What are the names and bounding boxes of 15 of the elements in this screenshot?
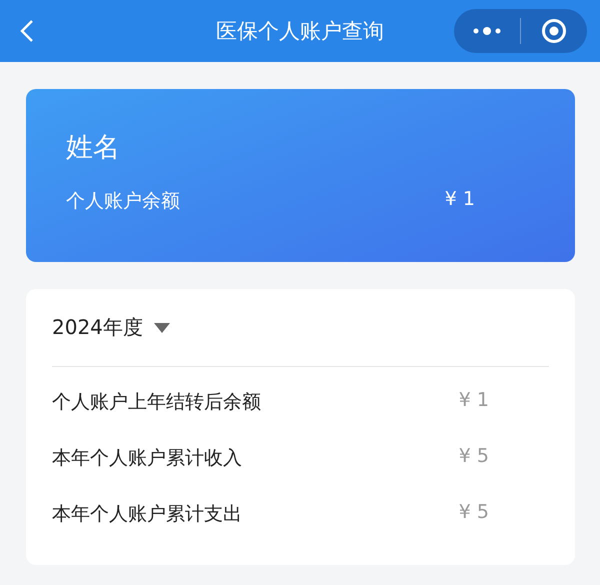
row-label: 本年个人账户累计支出 (52, 502, 242, 527)
balance-value: ¥ 1 (444, 188, 475, 212)
page-title: 医保个人账户查询 (216, 18, 384, 45)
row-value: ¥ 5 (458, 445, 489, 469)
row-label: 本年个人账户累计收入 (52, 446, 242, 471)
close-target-icon[interactable] (541, 18, 567, 44)
back-icon[interactable] (18, 19, 36, 43)
more-icon[interactable] (472, 26, 502, 36)
row-value: ¥ 1 (458, 389, 489, 413)
row-value: ¥ 5 (458, 501, 489, 525)
row-label: 个人账户上年结转后余额 (52, 390, 261, 415)
balance-label: 个人账户余额 (66, 189, 180, 214)
caret-icon (152, 322, 171, 334)
account-name: 姓名 (66, 131, 121, 165)
year-dropdown[interactable]: 2024年度 (52, 314, 171, 341)
